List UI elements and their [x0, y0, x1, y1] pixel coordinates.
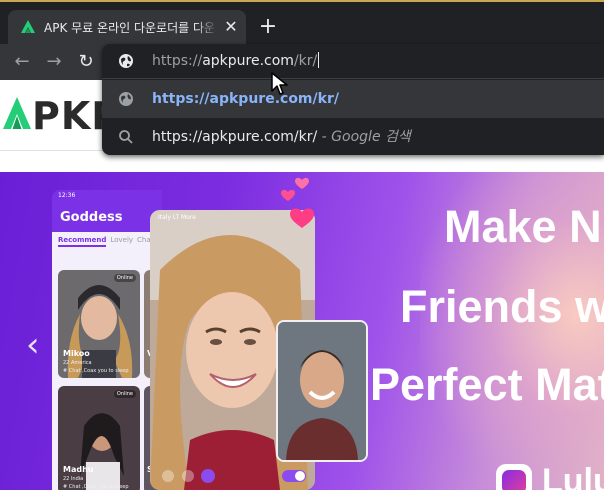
camera-toggle-icon [282, 470, 306, 482]
apkpure-favicon-icon [21, 20, 35, 33]
url-path: /kr/ [293, 53, 318, 69]
text-caret [318, 52, 320, 68]
address-bar[interactable]: https://apkpure.com/kr/ [102, 44, 604, 78]
omnibox-popup: https://apkpure.com/kr/ https://apkpure.… [102, 44, 604, 155]
tab-title-fade [196, 16, 218, 38]
address-input[interactable]: https://apkpure.com/kr/ [152, 51, 320, 71]
suggestion-url[interactable]: https://apkpure.com/kr/ [102, 80, 604, 118]
suggestion-search[interactable]: https://apkpure.com/kr/ - Google 검색 [102, 118, 604, 156]
video-caller-label: Italy LT More [158, 214, 196, 221]
profile-age: 22 America [63, 360, 92, 366]
banner-headline-line-1: Make N [444, 201, 602, 252]
phone-tab-lovely: Lovely [110, 236, 134, 244]
hearts-icon [281, 177, 314, 228]
call-controls-icon [162, 469, 215, 483]
pip-photo [278, 322, 366, 460]
globe-icon [119, 92, 133, 106]
reload-button[interactable]: ↻ [74, 50, 98, 74]
tab-strip: APK 무료 온라인 다운로더를 다운로드 ✕ + [0, 0, 604, 46]
profile-name: Madhu [63, 465, 94, 474]
phone-tab-recommend: Recommend [58, 236, 107, 247]
globe-icon [119, 54, 133, 68]
phone-tabs: Recommend Lovely Chas [58, 236, 154, 247]
url-host: apkpure.com [202, 53, 294, 69]
new-tab-button[interactable]: + [256, 16, 280, 40]
online-badge: Online [113, 274, 136, 282]
back-button[interactable]: ← [10, 50, 34, 74]
mouse-pointer-icon [271, 72, 288, 95]
profile-chat: # Chat ,Coax you to sleep [63, 368, 129, 374]
banner-app-name: Lulu [542, 462, 604, 490]
search-icon [119, 130, 133, 144]
phone-status-time: 12:36 [58, 192, 76, 199]
omnibox-divider [102, 78, 604, 79]
url-scheme: https:// [152, 53, 203, 69]
video-call-pip [276, 320, 368, 462]
tab-title: APK 무료 온라인 다운로더를 다운로드 [44, 21, 216, 35]
app-logo-icon [496, 464, 532, 490]
phone-title: Goddess [60, 210, 123, 225]
suggestion-label: https://apkpure.com/kr/ [152, 91, 339, 107]
forward-button[interactable]: → [42, 50, 66, 74]
suggestion-label: https://apkpure.com/kr/ - Google 검색 [152, 127, 411, 147]
browser-tab[interactable]: APK 무료 온라인 다운로더를 다운로드 ✕ [8, 10, 246, 46]
phone-content: Recommend Lovely Chas Online Mikoo 22 Amer… [52, 232, 162, 490]
apkpure-logo-icon [3, 97, 31, 129]
profile-card: Online Madhu 22 India # Chat ,Coax you t… [58, 386, 140, 490]
suggestion-query: https://apkpure.com/kr/ [152, 129, 318, 145]
profile-chat: # Chat ,Coax you to sleep [63, 484, 129, 490]
carousel-prev-button[interactable]: ‹ [26, 328, 50, 364]
profile-photo-madhu [58, 386, 140, 490]
online-badge: Online [113, 390, 136, 398]
app-screenshot-phone: 12:36 Goddess Recommend Lovely Chas Online… [52, 190, 162, 490]
banner-headline-line-2: Friends w [400, 281, 604, 332]
profile-age: 22 India [63, 476, 84, 482]
suggestion-description: - Google 검색 [317, 129, 411, 145]
banner-headline-line-3: Perfect Mat [370, 359, 604, 410]
hero-banner[interactable]: 12:36 Goddess Recommend Lovely Chas Online… [0, 172, 604, 490]
close-tab-icon[interactable]: ✕ [222, 18, 240, 36]
profile-card: Online Mikoo 22 America # Chat ,Coax you… [58, 270, 140, 378]
apkpure-logo[interactable]: PKP [2, 94, 119, 138]
profile-name: Mikoo [63, 349, 90, 358]
